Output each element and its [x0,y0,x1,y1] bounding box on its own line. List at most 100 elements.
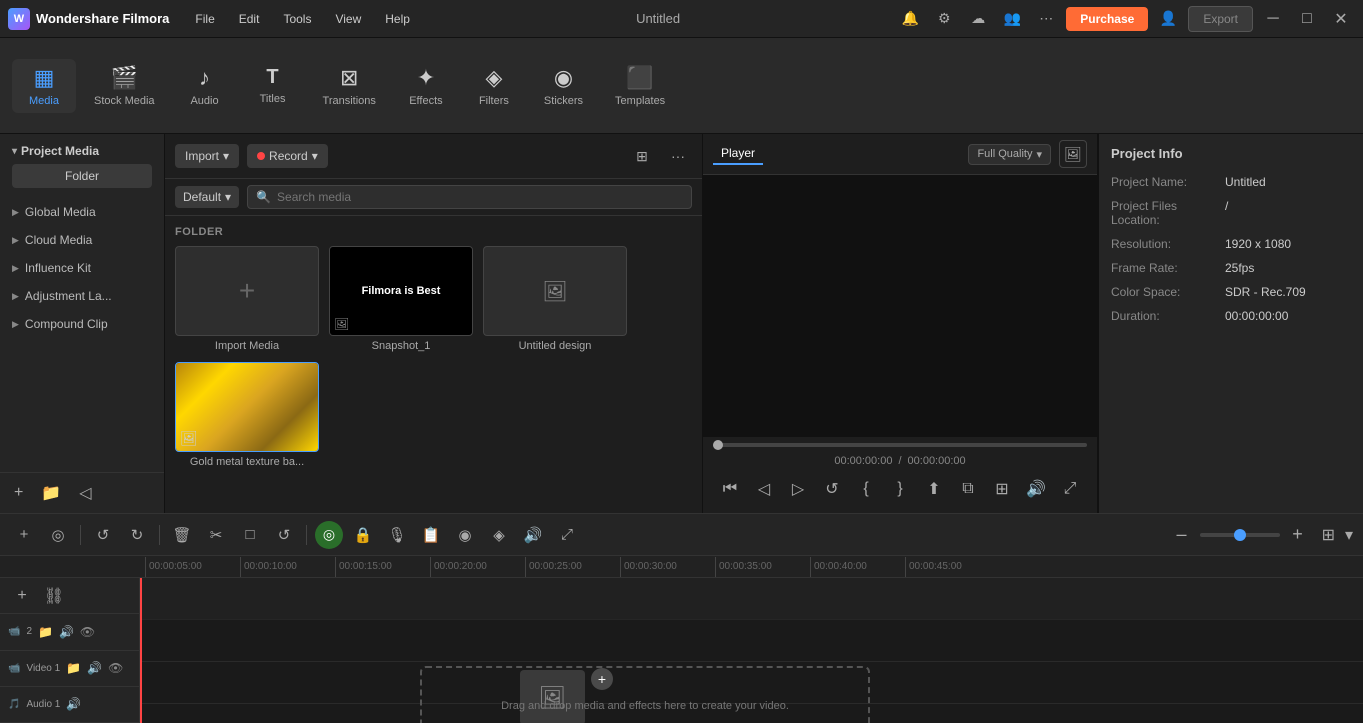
folder-button[interactable]: Folder [12,164,152,188]
media-item-gold[interactable]: 🖼 Gold metal texture ba... [175,362,319,468]
track-header-video2: 📹 2 📁 🔊 👁 [0,614,139,650]
skip-back-button[interactable]: ⏮ [716,475,744,503]
open-folder-button[interactable]: 📁 [35,481,67,505]
fullscreen-button[interactable]: ⤢ [1056,475,1084,503]
toolbar-effects[interactable]: ✦ Effects [394,59,458,113]
expand-tl-button[interactable]: ⤢ [553,521,581,549]
track-lane-video1[interactable]: 🖼 + Drag and drop media and effects here… [140,662,1363,704]
video2-folder-btn[interactable]: 📁 [38,625,53,639]
menu-help[interactable]: Help [375,8,420,30]
sidebar-item-influence-kit[interactable]: ▶ Influence Kit [0,254,164,282]
add-track-button[interactable]: + [10,521,38,549]
adjust-button[interactable]: ⊞ [988,475,1016,503]
toolbar-titles[interactable]: T Titles [241,60,305,111]
pip-button[interactable]: ⧉ [954,475,982,503]
video2-number: 2 [26,626,32,637]
more-icon[interactable]: ⋯ [1032,5,1060,33]
media-secondary-toolbar: Default ▾ 🔍 [165,179,702,216]
toolbar-filters[interactable]: ◈ Filters [462,59,526,113]
audio1-audio-btn[interactable]: 🔊 [66,697,81,711]
grid-view-button[interactable]: ⊞ [1322,525,1335,545]
toolbar-audio[interactable]: ♪ Audio [173,59,237,113]
pip-tl-button[interactable]: ◈ [485,521,513,549]
maximize-button[interactable]: □ [1293,5,1321,33]
toolbar-transitions[interactable]: ⊠ Transitions [309,59,390,113]
video2-eye-btn[interactable]: 👁 [80,625,95,639]
quality-select[interactable]: Full Quality ▾ [968,144,1051,165]
rotate-button[interactable]: ↺ [270,521,298,549]
media-item-design[interactable]: 🖼 Untitled design [483,246,627,352]
media-item-snapshot[interactable]: Filmora is Best 🖼 Snapshot_1 [329,246,473,352]
mark-in-button[interactable]: { [852,475,880,503]
track-lane-video2[interactable] [140,620,1363,662]
more-options-icon[interactable]: ··· [664,142,692,170]
sidebar-item-global-media[interactable]: ▶ Global Media [0,198,164,226]
toolbar-media[interactable]: ▦ Media [12,59,76,113]
sidebar-item-compound-clip[interactable]: ▶ Compound Clip [0,310,164,338]
clipboard-button[interactable]: 📋 [417,521,445,549]
link-track-button[interactable]: ⛓ [40,582,68,610]
snapshot-button[interactable]: 🖼 [1059,140,1087,168]
purchase-button[interactable]: Purchase [1066,7,1148,31]
settings-icon[interactable]: ⚙ [930,5,958,33]
loop-button[interactable]: ↺ [818,475,846,503]
profile-icon[interactable]: 👤 [1154,5,1182,33]
audio-tl-button[interactable]: 🔊 [519,521,547,549]
play-button[interactable]: ▷ [784,475,812,503]
quality-label: Full Quality [977,148,1032,160]
sidebar-item-adjustment[interactable]: ▶ Adjustment La... [0,282,164,310]
export-button[interactable]: Export [1188,6,1253,32]
menu-tools[interactable]: Tools [273,8,321,30]
crop-button[interactable]: □ [236,521,264,549]
magnetic-snap-button[interactable]: ◎ [44,521,72,549]
sidebar-item-cloud-media[interactable]: ▶ Cloud Media [0,226,164,254]
notifications-icon[interactable]: 🔔 [896,5,924,33]
info-key-resolution: Resolution: [1111,237,1221,251]
player-tab[interactable]: Player [713,143,763,165]
close-button[interactable]: ✕ [1327,5,1355,33]
mic-button[interactable]: 🎙 [383,521,411,549]
eye-button[interactable]: ◉ [451,521,479,549]
info-key-colorspace: Color Space: [1111,285,1221,299]
menu-view[interactable]: View [325,8,371,30]
cloud-icon[interactable]: ☁ [964,5,992,33]
zoom-track[interactable] [1200,533,1280,537]
video1-eye-btn[interactable]: 👁 [108,661,123,675]
toolbar-stickers[interactable]: ◉ Stickers [530,59,597,113]
toolbar-stock-media[interactable]: 🎬 Stock Media [80,59,169,113]
folder-section-label: FOLDER [175,226,692,238]
community-icon[interactable]: 👥 [998,5,1026,33]
frame-back-button[interactable]: ◁ [750,475,778,503]
mark-out-button[interactable]: } [886,475,914,503]
record-button[interactable]: Record ▾ [247,144,328,168]
timeline-ruler: 00:00:05:00 00:00:10:00 00:00:15:00 00:0… [0,556,1363,578]
audio-button[interactable]: 🔊 [1022,475,1050,503]
motion-track-button[interactable]: ◎ [315,521,343,549]
collapse-button[interactable]: ◁ [73,481,97,505]
cut-button[interactable]: ✂ [202,521,230,549]
track-lane-audio1[interactable] [140,704,1363,723]
undo-button[interactable]: ↺ [89,521,117,549]
media-item-import[interactable]: + Import Media [175,246,319,352]
zoom-out-button[interactable]: – [1168,521,1196,549]
add-track-plus[interactable]: + [8,582,36,610]
redo-button[interactable]: ↻ [123,521,151,549]
add-folder-button[interactable]: + [8,481,29,505]
video1-folder-btn[interactable]: 📁 [66,661,81,675]
toolbar-templates[interactable]: ⬛ Templates [601,59,679,113]
zoom-in-button[interactable]: + [1284,521,1312,549]
import-button[interactable]: Import ▾ [175,144,239,168]
default-sort-button[interactable]: Default ▾ [175,186,239,208]
search-input[interactable] [277,190,683,204]
menu-file[interactable]: File [185,8,224,30]
menu-edit[interactable]: Edit [229,8,270,30]
video2-audio-btn[interactable]: 🔊 [59,625,74,639]
progress-bar[interactable] [713,443,1087,447]
video1-audio-btn[interactable]: 🔊 [87,661,102,675]
list-view-button[interactable]: ▾ [1345,525,1353,545]
minimize-button[interactable]: ─ [1259,5,1287,33]
filter-icon[interactable]: ⊞ [628,142,656,170]
color-btn[interactable]: 🔒 [349,521,377,549]
export-frame-button[interactable]: ⬆ [920,475,948,503]
delete-button[interactable]: 🗑 [168,521,196,549]
